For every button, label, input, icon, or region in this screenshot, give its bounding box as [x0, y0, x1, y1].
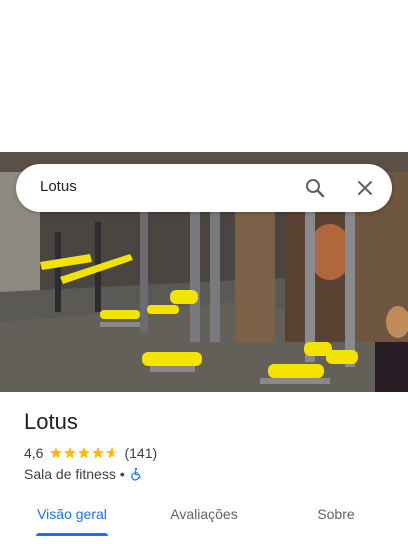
rating-row[interactable]: 4,6 (141)	[24, 444, 157, 462]
tab-reviews[interactable]: Avaliações	[162, 496, 246, 532]
place-tabs: Visão geral Avaliações Sobre	[0, 496, 408, 544]
tab-about[interactable]: Sobre	[296, 496, 376, 532]
close-icon[interactable]	[353, 176, 377, 200]
category-row: Sala de fitness •	[24, 465, 143, 483]
search-input[interactable]: Lotus	[40, 178, 77, 195]
place-category: Sala de fitness	[24, 466, 116, 482]
tab-overview[interactable]: Visão geral	[30, 496, 114, 532]
star-icon	[50, 447, 63, 459]
star-icon	[78, 447, 91, 459]
star-icon	[64, 447, 77, 459]
blank-area	[0, 0, 408, 152]
place-title: Lotus	[24, 409, 78, 434]
wheelchair-accessible-icon	[130, 467, 141, 481]
star-rating	[49, 446, 119, 460]
star-icon	[92, 447, 105, 459]
review-count[interactable]: (141)	[124, 445, 157, 461]
active-tab-indicator	[36, 533, 108, 536]
star-half-icon	[106, 447, 119, 459]
rating-value: 4,6	[24, 445, 44, 461]
separator-dot: •	[119, 466, 125, 482]
search-icon[interactable]	[303, 176, 327, 200]
search-bar[interactable]: Lotus	[16, 164, 392, 212]
